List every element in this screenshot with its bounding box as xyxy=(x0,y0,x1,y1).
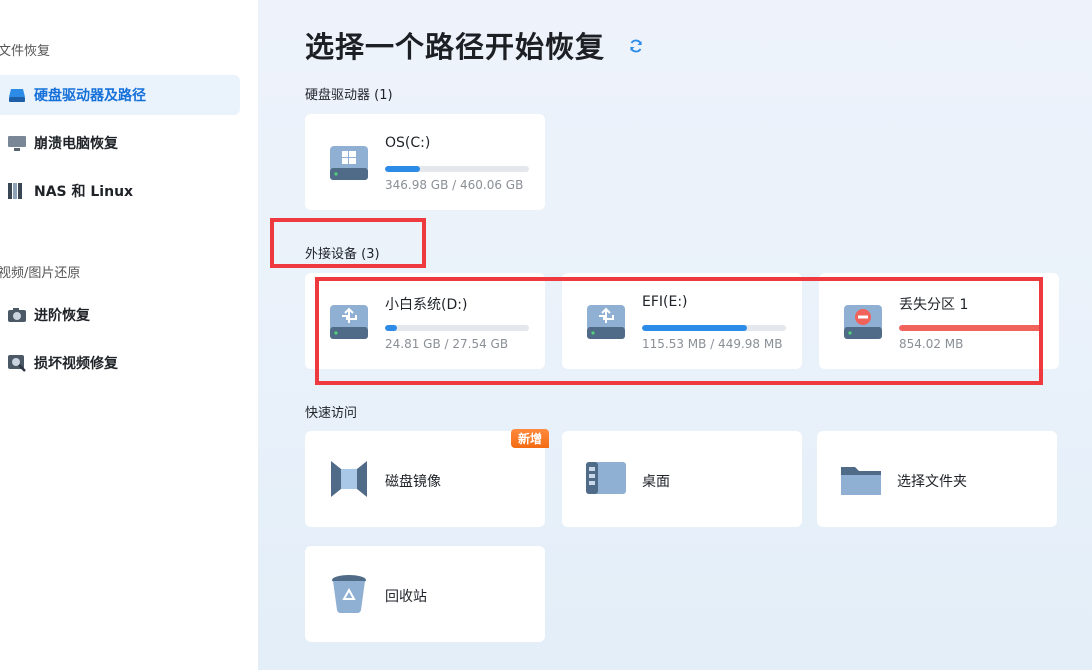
desktop-icon xyxy=(586,462,626,494)
drive-name: 丢失分区 1 xyxy=(899,297,969,313)
usage-bar-fill xyxy=(899,325,1043,331)
drive-card-d[interactable]: 小白系统(D:) 24.81 GB / 27.54 GB xyxy=(305,273,545,369)
hard-drive-icon xyxy=(8,86,26,104)
quick-select-folder[interactable]: 选择文件夹 xyxy=(817,431,1057,527)
refresh-icon[interactable] xyxy=(628,38,644,54)
page-title: 选择一个路径开始恢复 xyxy=(305,30,606,64)
drive-size: 854.02 MB xyxy=(899,337,964,351)
drive-size: 24.81 GB / 27.54 GB xyxy=(385,337,509,351)
sidebar-item-label: 崩溃电脑恢复 xyxy=(34,136,118,152)
quick-label: 回收站 xyxy=(385,589,427,605)
drive-size: 115.53 MB / 449.98 MB xyxy=(642,337,783,351)
main-panel: 选择一个路径开始恢复 硬盘驱动器 (1) OS(C:) 346.98 GB / … xyxy=(258,0,1092,670)
quick-disk-image[interactable]: 磁盘镜像 新增 xyxy=(305,429,549,527)
sidebar-item-label: 损坏视频修复 xyxy=(34,356,118,372)
drive-name: OS(C:) xyxy=(385,135,431,151)
usage-bar-fill xyxy=(385,166,420,172)
sidebar-item-video-repair[interactable]: 损坏视频修复 xyxy=(0,343,240,383)
usb-drive-icon xyxy=(330,305,368,339)
new-badge: 新增 xyxy=(510,429,549,448)
video-repair-icon xyxy=(8,354,26,372)
quick-access-label: 快速访问 xyxy=(305,406,358,421)
usage-bar-fill xyxy=(642,325,748,331)
server-icon xyxy=(8,182,26,200)
camera-icon xyxy=(8,306,26,324)
drive-size: 346.98 GB / 460.06 GB xyxy=(385,178,524,192)
folder-icon xyxy=(841,467,881,495)
sidebar-item-hard-drives[interactable]: 硬盘驱动器及路径 xyxy=(0,75,240,115)
sidebar-item-label: 进阶恢复 xyxy=(34,308,90,324)
sidebar-item-nas-linux[interactable]: NAS 和 Linux xyxy=(0,171,240,211)
usb-drive-icon xyxy=(587,305,625,339)
section-title-file-recovery: 文件恢复 xyxy=(0,44,51,59)
sidebar: 文件恢复 硬盘驱动器及路径 崩溃电脑恢复 NAS 和 Linux 视频/图片还原… xyxy=(0,0,258,670)
sidebar-item-advanced-recovery[interactable]: 进阶恢复 xyxy=(0,295,240,335)
sidebar-item-label: NAS 和 Linux xyxy=(34,184,134,200)
quick-recycle-bin[interactable]: 回收站 xyxy=(305,546,545,642)
section-title-video-photo: 视频/图片还原 xyxy=(0,266,81,281)
recycle-bin-icon xyxy=(332,575,366,614)
drive-name: EFI(E:) xyxy=(642,294,688,310)
quick-label: 选择文件夹 xyxy=(897,474,967,490)
lost-partition-icon xyxy=(844,305,882,339)
hard-drives-label: 硬盘驱动器 (1) xyxy=(305,88,393,103)
monitor-icon xyxy=(8,134,26,152)
usage-bar xyxy=(385,325,529,331)
quick-label: 磁盘镜像 xyxy=(385,474,441,490)
windows-drive-icon xyxy=(330,146,368,180)
usage-bar-fill xyxy=(385,325,397,331)
drive-card-lost-partition[interactable]: 丢失分区 1 854.02 MB xyxy=(819,273,1059,369)
drive-card-e[interactable]: EFI(E:) 115.53 MB / 449.98 MB xyxy=(562,273,802,369)
quick-label: 桌面 xyxy=(642,474,670,490)
drive-name: 小白系统(D:) xyxy=(385,297,468,313)
sidebar-item-crashed-pc[interactable]: 崩溃电脑恢复 xyxy=(0,123,240,163)
disk-image-icon xyxy=(331,461,367,497)
usage-bar xyxy=(899,325,1043,331)
usage-bar xyxy=(385,166,529,172)
sidebar-item-label: 硬盘驱动器及路径 xyxy=(34,88,146,104)
usage-bar xyxy=(642,325,786,331)
external-devices-label: 外接设备 (3) xyxy=(305,247,380,262)
quick-desktop[interactable]: 桌面 xyxy=(562,431,802,527)
drive-card-c[interactable]: OS(C:) 346.98 GB / 460.06 GB xyxy=(305,114,545,210)
